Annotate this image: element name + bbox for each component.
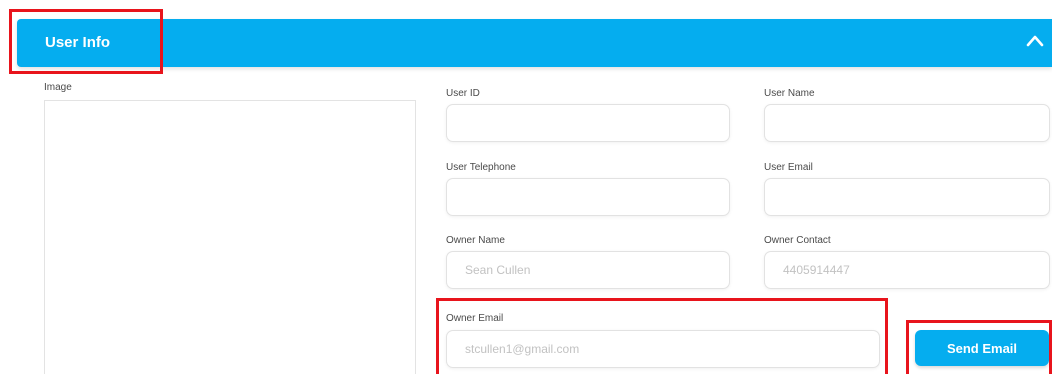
section-title: User Info: [45, 34, 111, 51]
owner-name-input[interactable]: [446, 251, 730, 289]
user-id-label: User ID: [446, 88, 480, 99]
user-email-label: User Email: [764, 162, 813, 173]
user-telephone-input[interactable]: [446, 178, 730, 216]
image-label: Image: [44, 82, 72, 93]
user-telephone-label: User Telephone: [446, 162, 516, 173]
user-info-page: User Info Image User ID User Name User T…: [0, 0, 1052, 374]
owner-email-label: Owner Email: [446, 313, 504, 324]
user-info-header[interactable]: User Info: [17, 19, 1052, 67]
user-name-label: User Name: [764, 88, 815, 99]
user-id-input[interactable]: [446, 104, 730, 142]
owner-contact-label: Owner Contact: [764, 235, 831, 246]
owner-contact-input[interactable]: [764, 251, 1050, 289]
send-email-button[interactable]: Send Email: [915, 330, 1049, 366]
user-email-input[interactable]: [764, 178, 1050, 216]
owner-name-label: Owner Name: [446, 235, 505, 246]
image-upload-area[interactable]: [44, 100, 416, 374]
user-name-input[interactable]: [764, 104, 1050, 142]
chevron-up-icon[interactable]: [1024, 30, 1046, 52]
owner-email-input[interactable]: [446, 330, 880, 368]
